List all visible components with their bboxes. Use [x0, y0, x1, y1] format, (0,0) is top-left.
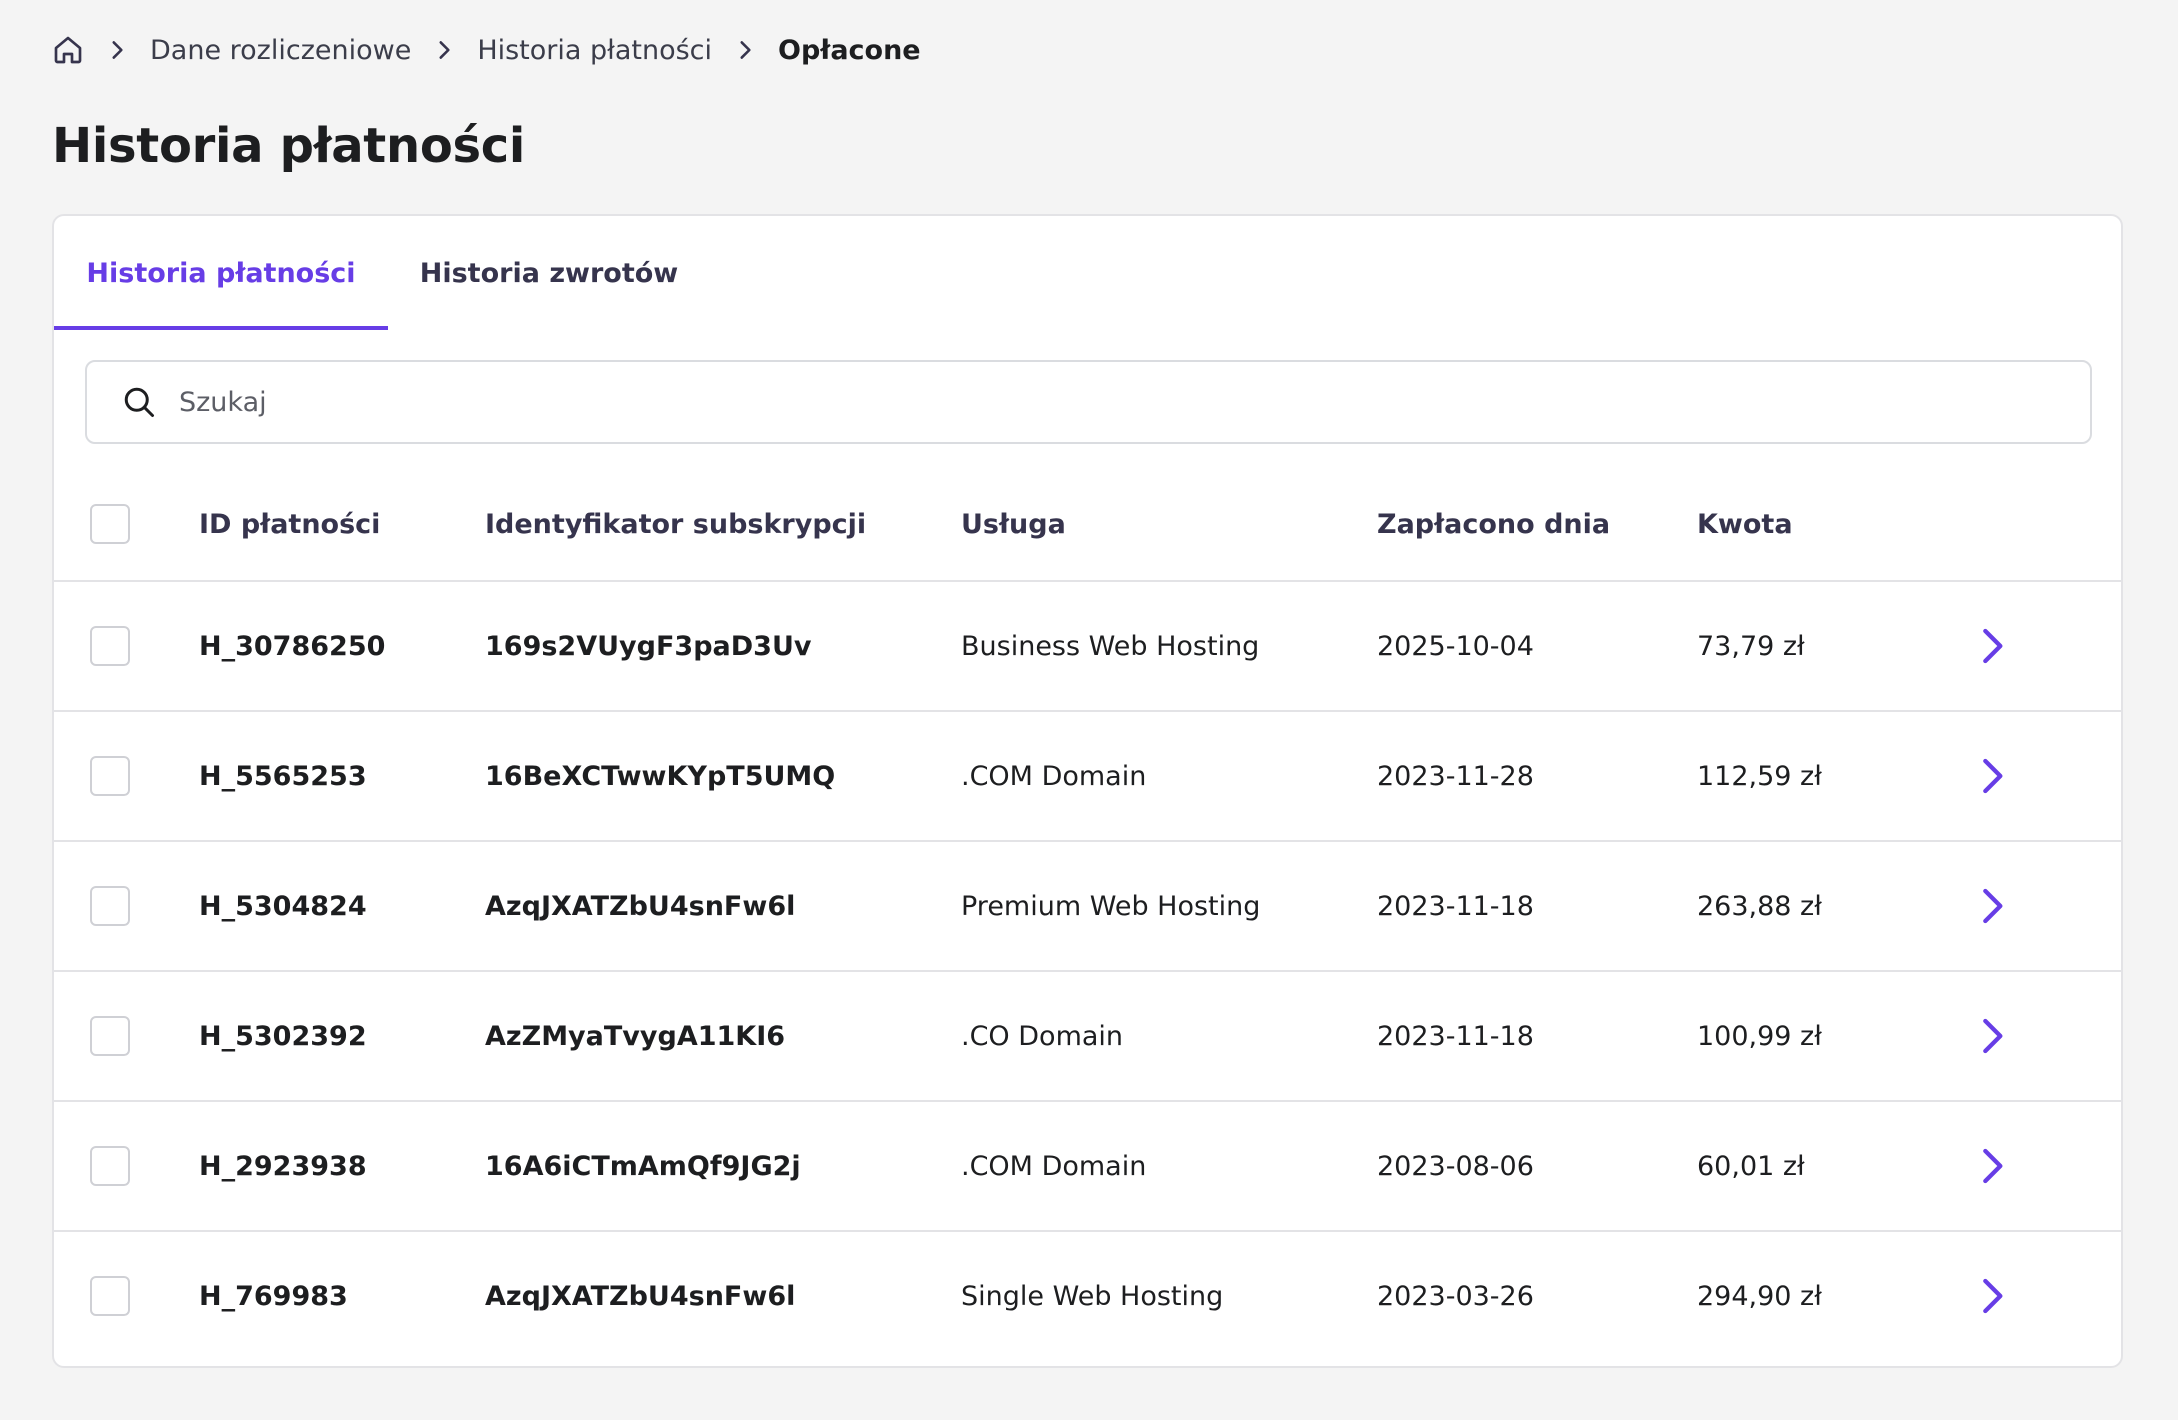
column-header-payment-id[interactable]: ID płatności	[199, 509, 380, 540]
column-header-service[interactable]: Usługa	[961, 509, 1066, 540]
paid-date: 2025-10-04	[1377, 630, 1534, 662]
payment-id: H_5302392	[199, 1020, 367, 1052]
amount: 73,79 zł	[1697, 630, 1805, 662]
page-title: Historia płatności	[52, 118, 526, 174]
service-name: Business Web Hosting	[961, 630, 1260, 662]
tab-bar: Historia płatności Historia zwrotów	[54, 216, 2121, 330]
table-row[interactable]: H_769983 AzqJXATZbU4snFw6l Single Web Ho…	[54, 1230, 2121, 1360]
column-header-paid-date[interactable]: Zapłacono dnia	[1377, 509, 1610, 540]
table-row[interactable]: H_5565253 16BeXCTwwKYpT5UMQ .COM Domain …	[54, 710, 2121, 840]
row-checkbox[interactable]	[90, 1016, 130, 1056]
paid-date: 2023-11-18	[1377, 1020, 1534, 1052]
subscription-id: 16BeXCTwwKYpT5UMQ	[485, 760, 836, 792]
subscription-id: AzqJXATZbU4snFw6l	[485, 1280, 796, 1312]
subscription-id: AzZMyaTvygA11KI6	[485, 1020, 786, 1052]
amount: 100,99 zł	[1697, 1020, 1822, 1052]
chevron-right-icon[interactable]	[1972, 1016, 2012, 1056]
search-input[interactable]	[179, 386, 1979, 418]
table-row[interactable]: H_2923938 16A6iCTmAmQf9JG2j .COM Domain …	[54, 1100, 2121, 1230]
row-checkbox[interactable]	[90, 886, 130, 926]
service-name: Single Web Hosting	[961, 1280, 1224, 1312]
paid-date: 2023-11-28	[1377, 760, 1534, 792]
row-checkbox[interactable]	[90, 1146, 130, 1186]
breadcrumb-payment-history[interactable]: Historia płatności	[477, 35, 712, 66]
search-icon	[121, 384, 157, 420]
subscription-id: 169s2VUygF3paD3Uv	[485, 630, 812, 662]
paid-date: 2023-03-26	[1377, 1280, 1534, 1312]
amount: 60,01 zł	[1697, 1150, 1805, 1182]
tab-payment-history[interactable]: Historia płatności	[54, 216, 388, 330]
breadcrumb-current: Opłacone	[778, 34, 921, 66]
payment-id: H_2923938	[199, 1150, 367, 1182]
chevron-right-icon	[732, 37, 758, 63]
home-icon[interactable]	[52, 34, 84, 66]
service-name: Premium Web Hosting	[961, 890, 1261, 922]
column-header-subscription-id[interactable]: Identyfikator subskrypcji	[485, 509, 866, 540]
row-checkbox[interactable]	[90, 1276, 130, 1316]
column-header-amount[interactable]: Kwota	[1697, 509, 1793, 540]
service-name: .COM Domain	[961, 1150, 1147, 1182]
chevron-right-icon[interactable]	[1972, 626, 2012, 666]
chevron-right-icon[interactable]	[1972, 1146, 2012, 1186]
service-name: .CO Domain	[961, 1020, 1124, 1052]
breadcrumb-billing-data[interactable]: Dane rozliczeniowe	[150, 35, 411, 66]
chevron-right-icon	[104, 37, 130, 63]
amount: 294,90 zł	[1697, 1280, 1822, 1312]
table-row[interactable]: H_30786250 169s2VUygF3paD3Uv Business We…	[54, 580, 2121, 710]
subscription-id: AzqJXATZbU4snFw6l	[485, 890, 796, 922]
row-checkbox[interactable]	[90, 626, 130, 666]
paid-date: 2023-08-06	[1377, 1150, 1534, 1182]
subscription-id: 16A6iCTmAmQf9JG2j	[485, 1150, 801, 1182]
chevron-right-icon[interactable]	[1972, 886, 2012, 926]
service-name: .COM Domain	[961, 760, 1147, 792]
row-checkbox[interactable]	[90, 756, 130, 796]
payment-id: H_5304824	[199, 890, 367, 922]
payment-history-card: Historia płatności Historia zwrotów ID p…	[52, 214, 2123, 1368]
table-row[interactable]: H_5302392 AzZMyaTvygA11KI6 .CO Domain 20…	[54, 970, 2121, 1100]
payment-id: H_5565253	[199, 760, 367, 792]
payments-table: ID płatności Identyfikator subskrypcji U…	[54, 468, 2121, 1360]
breadcrumb: Dane rozliczeniowe Historia płatności Op…	[52, 28, 921, 72]
amount: 112,59 zł	[1697, 760, 1822, 792]
select-all-checkbox[interactable]	[90, 504, 130, 544]
table-row[interactable]: H_5304824 AzqJXATZbU4snFw6l Premium Web …	[54, 840, 2121, 970]
search-box	[85, 360, 2092, 444]
table-header-row: ID płatności Identyfikator subskrypcji U…	[54, 468, 2121, 580]
page: Dane rozliczeniowe Historia płatności Op…	[0, 0, 2178, 1420]
amount: 263,88 zł	[1697, 890, 1822, 922]
paid-date: 2023-11-18	[1377, 890, 1534, 922]
payment-id: H_30786250	[199, 630, 386, 662]
chevron-right-icon[interactable]	[1972, 1276, 2012, 1316]
chevron-right-icon	[431, 37, 457, 63]
chevron-right-icon[interactable]	[1972, 756, 2012, 796]
tab-refund-history[interactable]: Historia zwrotów	[388, 216, 710, 330]
payment-id: H_769983	[199, 1280, 348, 1312]
